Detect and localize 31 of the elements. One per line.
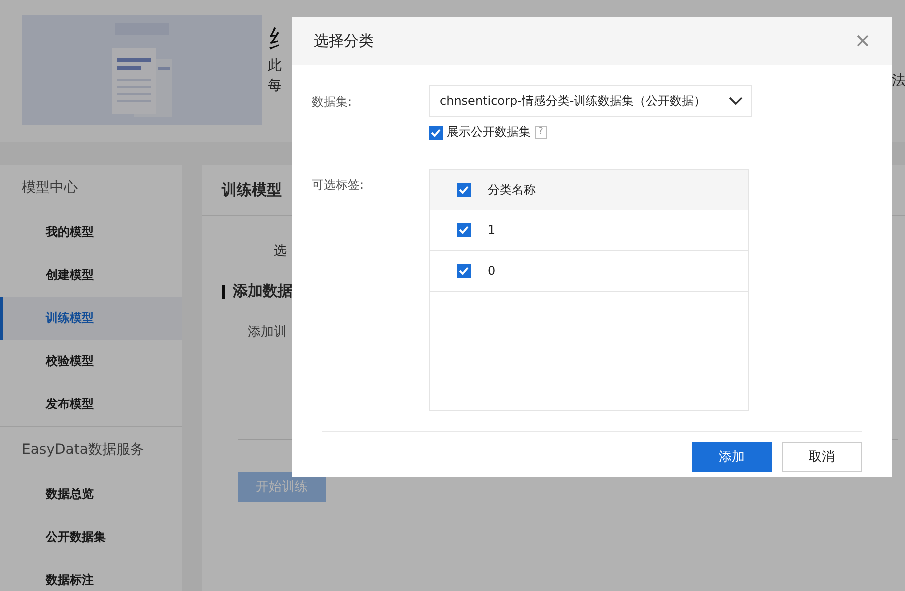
caret-icon: [729, 97, 743, 105]
form-label: 添加训: [248, 324, 288, 341]
table-cell: 1: [488, 223, 496, 237]
sidebar-item[interactable]: 创建模型: [0, 254, 182, 297]
table-cell: 0: [488, 264, 496, 278]
checkbox[interactable]: [429, 126, 443, 140]
close-icon[interactable]: [857, 35, 869, 47]
section-title: 添加数据: [233, 282, 293, 301]
checkbox-label: 展示公开数据集: [447, 124, 531, 141]
checkbox[interactable]: [457, 183, 471, 197]
dataset-select[interactable]: chnsenticorp-情感分类-训练数据集（公开数据）: [429, 85, 752, 117]
form-label: 选: [274, 243, 288, 260]
sidebar-section-title: EasyData数据服务: [21, 441, 146, 460]
sidebar-item[interactable]: 数据标注: [0, 559, 182, 591]
sidebar-item[interactable]: 校验模型: [0, 340, 182, 383]
banner-title: 纟: [268, 24, 292, 55]
sidebar-section-title: 模型中心: [21, 179, 79, 198]
checkbox[interactable]: [457, 223, 471, 237]
sidebar-item[interactable]: 我的模型: [0, 211, 182, 254]
dialog-title: 选择分类: [314, 32, 374, 50]
banner-text: 每: [268, 77, 283, 96]
banner-text: 此: [268, 57, 283, 76]
add-button[interactable]: 添加: [692, 442, 772, 472]
field-label: 数据集:: [312, 94, 354, 111]
sidebar-item[interactable]: 公开数据集: [0, 516, 182, 559]
sidebar-item[interactable]: 数据总览: [0, 473, 182, 516]
sidebar-item[interactable]: 发布模型: [0, 383, 182, 426]
checkbox[interactable]: [457, 264, 471, 278]
field-label: 可选标签:: [312, 177, 366, 194]
cancel-button[interactable]: 取消: [782, 442, 862, 472]
column-header: 分类名称: [488, 182, 536, 198]
